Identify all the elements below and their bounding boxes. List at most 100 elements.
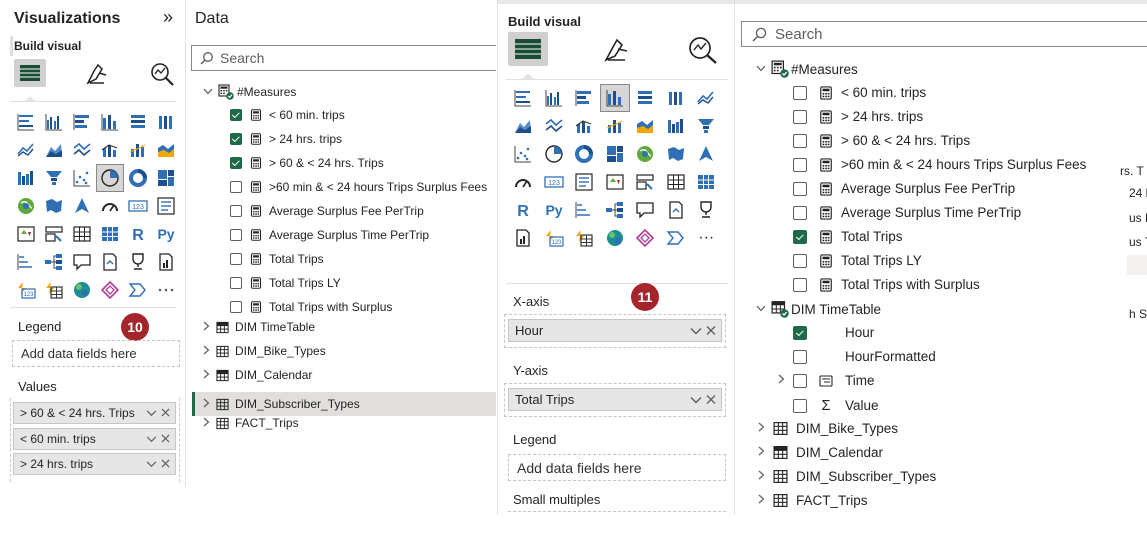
qa-icon[interactable] — [68, 248, 96, 276]
chevron-down-icon[interactable] — [690, 323, 702, 338]
measure-field[interactable]: Total Trips with Surplus — [230, 300, 392, 314]
chevron-right-icon[interactable] — [200, 398, 212, 411]
pie-chart-icon[interactable] — [539, 140, 570, 168]
field-checkbox[interactable] — [793, 253, 807, 268]
funnel-chart-icon[interactable] — [691, 112, 722, 140]
filled-map-icon[interactable] — [40, 192, 68, 220]
table-node[interactable]: DIM_Calendar — [200, 368, 312, 382]
arcgis-map-icon[interactable] — [68, 276, 96, 304]
metrics-icon[interactable] — [691, 196, 722, 224]
matrix-icon[interactable] — [691, 168, 722, 196]
field-checkbox[interactable] — [793, 109, 807, 124]
field-checkbox[interactable] — [230, 301, 242, 313]
table-node[interactable]: FACT_Trips — [755, 493, 868, 508]
map-icon[interactable] — [630, 140, 661, 168]
metrics-icon[interactable] — [124, 248, 152, 276]
measure-field[interactable]: Total Trips — [793, 229, 903, 244]
time-field[interactable]: Time — [775, 373, 875, 388]
clustered-bar-chart-icon[interactable] — [68, 108, 96, 136]
chevron-down-icon[interactable] — [755, 303, 767, 315]
table-node[interactable]: DIM_Bike_Types — [200, 344, 326, 358]
more-visuals-icon[interactable] — [124, 276, 152, 304]
paginated-report-icon[interactable] — [152, 248, 180, 276]
measure-field[interactable]: > 24 hrs. trips — [793, 109, 923, 124]
map-icon[interactable] — [12, 192, 40, 220]
measure-field[interactable]: Average Surplus Fee PerTrip — [793, 181, 1015, 196]
yaxis-field-pill[interactable]: Total Trips — [508, 388, 722, 411]
search-input-right[interactable]: Search — [775, 26, 823, 43]
line-stacked-column-chart-icon[interactable] — [569, 112, 600, 140]
line-clustered-column-chart-icon[interactable] — [600, 112, 631, 140]
field-checkbox[interactable] — [793, 373, 807, 388]
funnel-chart-icon[interactable] — [40, 164, 68, 192]
100-stacked-column-chart-icon[interactable] — [661, 84, 692, 112]
clustered-column-chart-icon[interactable] — [96, 108, 124, 136]
field-checkbox[interactable] — [793, 325, 807, 340]
remove-field-icon[interactable] — [706, 323, 716, 338]
search-input[interactable]: Search — [220, 50, 264, 66]
line-chart-icon[interactable] — [691, 84, 722, 112]
pie-chart-icon[interactable] — [96, 164, 124, 192]
qa-icon[interactable] — [630, 196, 661, 224]
gauge-icon[interactable] — [96, 192, 124, 220]
line-stacked-column-chart-icon[interactable] — [96, 136, 124, 164]
line-clustered-column-chart-icon[interactable] — [124, 136, 152, 164]
chevron-down-icon[interactable] — [202, 86, 214, 98]
field-checkbox[interactable] — [230, 277, 242, 289]
more-visuals-icon[interactable]: ··· — [691, 224, 722, 252]
area-chart-icon[interactable] — [508, 112, 539, 140]
measure-field[interactable]: Average Surplus Time PerTrip — [793, 205, 1021, 220]
line-chart-icon[interactable] — [12, 136, 40, 164]
ribbon-chart-icon[interactable] — [630, 112, 661, 140]
field-checkbox[interactable] — [230, 229, 242, 241]
treemap-icon[interactable] — [600, 140, 631, 168]
values-drop-zone[interactable] — [10, 398, 180, 482]
scatter-chart-icon[interactable] — [68, 164, 96, 192]
decomposition-tree-icon[interactable] — [40, 248, 68, 276]
measure-field[interactable]: < 60 min. trips — [230, 108, 345, 122]
100-stacked-column-chart-icon[interactable] — [152, 108, 180, 136]
table-node[interactable]: DIM_Bike_Types — [755, 421, 898, 436]
format-visual-icon[interactable] — [84, 61, 110, 87]
field-checkbox[interactable] — [793, 133, 807, 148]
field-checkbox[interactable] — [793, 277, 807, 292]
waterfall-chart-icon[interactable] — [12, 164, 40, 192]
measure-field[interactable]: Total Trips with Surplus — [793, 277, 980, 292]
chevron-right-icon[interactable] — [200, 369, 212, 382]
stacked-bar-chart-icon[interactable] — [12, 108, 40, 136]
analytics-icon-right[interactable] — [685, 35, 719, 65]
smart-narrative-icon[interactable] — [661, 196, 692, 224]
format-visual-icon-right[interactable] — [601, 36, 631, 64]
measure-field[interactable]: > 60 & < 24 hrs. Trips — [793, 133, 970, 148]
r-visual-icon[interactable]: R — [508, 196, 539, 224]
measures-table-node[interactable]: #Measures — [755, 60, 858, 78]
100-stacked-bar-chart-icon[interactable] — [630, 84, 661, 112]
field-checkbox[interactable] — [793, 157, 807, 172]
measure-field[interactable]: >60 min & < 24 hours Trips Surplus Fees — [230, 180, 487, 194]
data-search-box-right[interactable]: Search — [741, 21, 1147, 47]
chevron-right-icon[interactable] — [200, 417, 212, 430]
azure-map-icon[interactable] — [691, 140, 722, 168]
paginated-report-icon[interactable] — [508, 224, 539, 252]
remove-field-icon[interactable] — [706, 392, 716, 407]
time-field[interactable]: Σ Value — [775, 397, 879, 414]
stacked-bar-chart-icon[interactable] — [508, 84, 539, 112]
chevron-right-icon[interactable] — [755, 422, 767, 435]
time-field[interactable]: HourFormatted — [775, 349, 936, 364]
build-visual-icon-right[interactable] — [508, 32, 548, 66]
power-apps-icon[interactable]: 123 — [12, 276, 40, 304]
stacked-column-chart-icon[interactable] — [539, 84, 570, 112]
legend-drop-zone[interactable]: Add data fields here — [12, 340, 180, 367]
table-node[interactable]: DIM_Subscriber_Types — [755, 469, 936, 484]
table-node[interactable]: DIM_Subscriber_Types — [192, 392, 496, 416]
field-checkbox[interactable] — [793, 229, 807, 244]
field-checkbox[interactable] — [793, 349, 807, 364]
stacked-area-chart-icon[interactable] — [68, 136, 96, 164]
more-visuals-icon[interactable] — [661, 224, 692, 252]
field-checkbox[interactable] — [230, 109, 242, 121]
clustered-column-chart-icon[interactable] — [599, 84, 630, 112]
multi-row-card-icon[interactable] — [569, 168, 600, 196]
measure-field[interactable]: > 60 & < 24 hrs. Trips — [230, 156, 384, 170]
table-icon[interactable] — [68, 220, 96, 248]
chevron-down-icon[interactable] — [755, 63, 767, 75]
